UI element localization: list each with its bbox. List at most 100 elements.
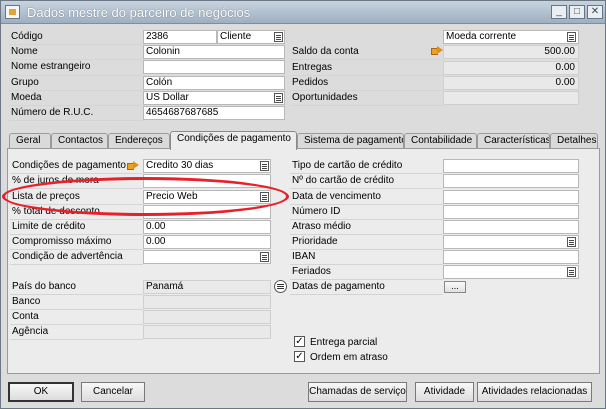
price-list-select[interactable]: Precio Web [143, 190, 271, 204]
ruc-field[interactable]: 4654687687685 [143, 106, 285, 120]
divider [10, 219, 143, 220]
divider [9, 44, 143, 45]
holidays-select[interactable] [443, 265, 579, 279]
card-number-field[interactable] [443, 174, 579, 188]
orders-field: 0.00 [443, 76, 579, 90]
credit-limit-field[interactable]: 0.00 [143, 220, 271, 234]
service-calls-button[interactable]: Chamadas de serviço [308, 382, 407, 402]
cancel-button[interactable]: Cancelar [81, 382, 145, 402]
code-field[interactable]: 2386 [143, 30, 217, 44]
price-list-list-icon[interactable] [260, 192, 269, 202]
divider [290, 204, 443, 205]
divider [290, 75, 443, 76]
bank-label: Banco [12, 296, 41, 307]
account-field [143, 310, 271, 324]
price-list-label: Lista de preços [12, 191, 80, 202]
id-number-field[interactable] [443, 205, 579, 219]
dunning-label: Condição de advertência [12, 251, 123, 262]
minimize-icon[interactable]: _ [551, 5, 567, 19]
divider [9, 120, 143, 121]
card-number-label: Nº do cartão de crédito [292, 175, 395, 186]
group-select[interactable]: Colón [143, 76, 285, 90]
partial-delivery-checkbox[interactable]: ✓ [294, 336, 305, 347]
interest-field[interactable] [143, 174, 271, 188]
divider [10, 294, 143, 295]
payment-dates-button[interactable]: ... [444, 281, 466, 293]
maximize-icon[interactable]: □ [569, 5, 585, 19]
tab-addresses[interactable]: Endereços [108, 133, 170, 149]
priority-list-icon[interactable] [567, 237, 576, 247]
divider [290, 59, 443, 60]
branch-field [143, 325, 271, 339]
interest-label: % de juros de mora [12, 175, 99, 186]
activity-button[interactable]: Atividade [415, 382, 474, 402]
card-type-label: Tipo de cartão de crédito [292, 160, 403, 171]
bank-field [143, 295, 271, 309]
tab-payment-system[interactable]: Sistema de pagamento [297, 133, 404, 149]
divider [290, 90, 443, 91]
iban-field[interactable] [443, 250, 579, 264]
opportunities-label: Oportunidades [292, 92, 358, 103]
tab-accounting[interactable]: Contabilidade [404, 133, 477, 149]
credit-limit-label: Limite de crédito [12, 221, 86, 232]
ok-button[interactable]: OK [8, 382, 74, 402]
payment-terms-list-icon[interactable] [260, 161, 269, 171]
partner-type-list-icon[interactable] [274, 32, 283, 42]
deliveries-field: 0.00 [443, 61, 579, 75]
name-field[interactable]: Colonin [143, 45, 285, 59]
divider [290, 188, 443, 189]
tab-strip: Geral Contactos Endereços Condições de p… [7, 131, 600, 150]
bank-country-field[interactable]: Panamá [143, 280, 271, 294]
divider [10, 339, 143, 340]
tab-general[interactable]: Geral [9, 133, 51, 149]
app-icon [5, 5, 20, 19]
balance-label: Saldo da conta [292, 46, 359, 57]
expiry-label: Data de vencimento [292, 191, 381, 202]
tab-details[interactable]: Detalhes [550, 133, 598, 149]
divider [10, 264, 143, 265]
holidays-label: Feriados [292, 266, 331, 277]
dunning-select[interactable] [143, 250, 271, 264]
priority-label: Prioridade [292, 236, 338, 247]
card-type-select[interactable] [443, 159, 579, 173]
holidays-list-icon[interactable] [567, 267, 576, 277]
divider [9, 75, 143, 76]
ruc-label: Número de R.U.C. [11, 107, 94, 118]
discount-field[interactable] [143, 205, 271, 219]
id-number-label: Número ID [292, 206, 341, 217]
local-currency-select[interactable]: Moeda corrente [443, 30, 579, 44]
dunning-list-icon[interactable] [260, 252, 269, 262]
backorder-checkbox[interactable]: ✓ [294, 351, 305, 362]
tab-contacts[interactable]: Contactos [51, 133, 108, 149]
foreign-name-field[interactable] [143, 60, 285, 74]
divider [10, 234, 143, 235]
currency-list-icon[interactable] [274, 93, 283, 103]
balance-link-arrow-icon[interactable] [431, 46, 443, 55]
divider [290, 219, 443, 220]
divider [290, 249, 443, 250]
priority-select[interactable] [443, 235, 579, 249]
bank-details-list-icon[interactable] [274, 280, 287, 293]
divider [290, 234, 443, 235]
divider [9, 59, 143, 60]
payment-terms-select[interactable]: Credito 30 dias [143, 159, 271, 173]
divider [290, 105, 443, 106]
payment-terms-label: Condições de pagamento [12, 160, 126, 171]
tab-properties[interactable]: Características [477, 133, 550, 149]
divider [290, 264, 443, 265]
commitment-field[interactable]: 0.00 [143, 235, 271, 249]
expiry-field[interactable] [443, 190, 579, 204]
payment-dates-label: Datas de pagamento [292, 281, 385, 292]
close-icon[interactable]: ✕ [587, 5, 603, 19]
tab-payment-terms[interactable]: Condições de pagamento [170, 131, 297, 150]
avg-delay-field[interactable] [443, 220, 579, 234]
payment-terms-link-arrow-icon[interactable] [127, 161, 139, 170]
local-currency-list-icon[interactable] [567, 32, 576, 42]
divider [10, 173, 143, 174]
divider [10, 249, 143, 250]
related-activities-button[interactable]: Atividades relacionadas [477, 382, 592, 402]
currency-select[interactable]: US Dollar [143, 91, 285, 105]
opportunities-field [443, 91, 579, 105]
business-partner-window: Dados mestre do parceiro de negócios _ □… [0, 0, 606, 409]
divider [10, 188, 143, 189]
